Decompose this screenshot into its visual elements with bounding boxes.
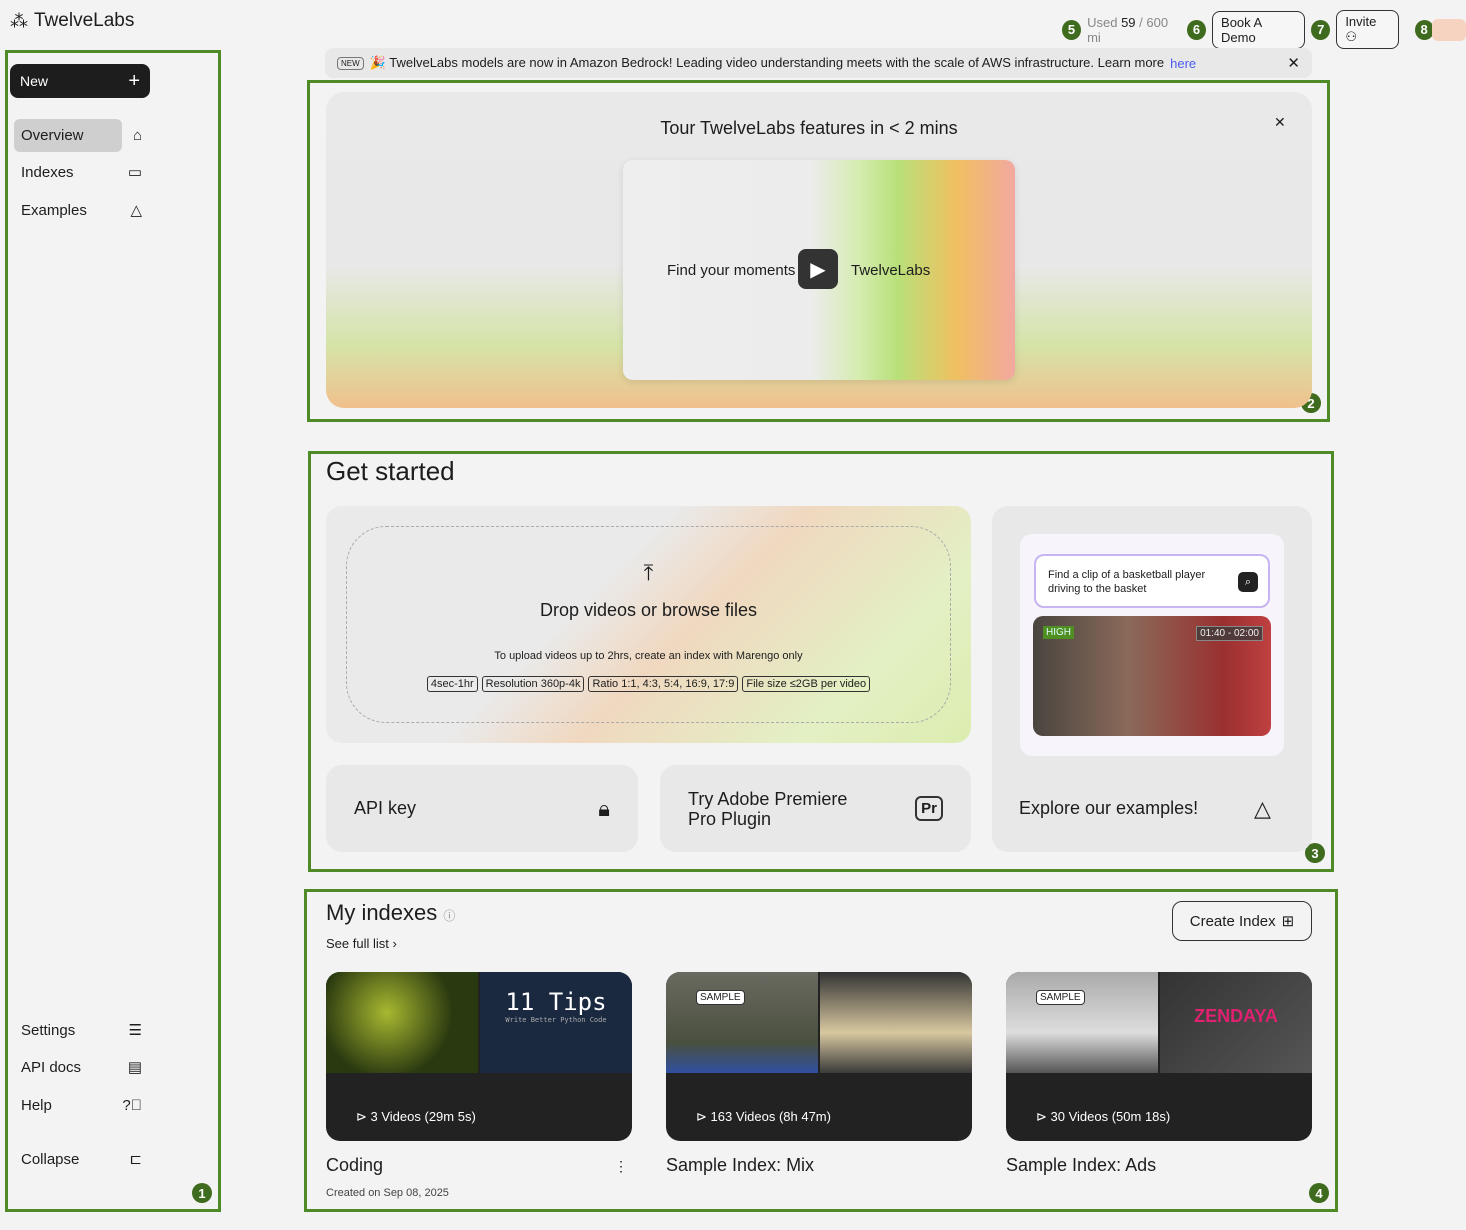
sidebar-item-examples[interactable]: Examples △ (14, 193, 150, 227)
plus-icon: + (128, 69, 140, 92)
premiere-plugin-card[interactable]: Try Adobe Premiere Pro Plugin Pr (660, 765, 971, 852)
brand-logo[interactable]: ⁂ TwelveLabs (10, 10, 134, 32)
example-query: Find a clip of a basketball player drivi… (1034, 554, 1270, 608)
banner-text: 🎉 TwelveLabs models are now in Amazon Be… (369, 55, 1165, 70)
create-index-button[interactable]: Create Index ⊞ (1172, 901, 1312, 941)
spec-tag: 4sec-1hr (426, 676, 478, 692)
sidebar-item-indexes[interactable]: Indexes ▭ (14, 155, 150, 189)
search-icon: ⌕ (1238, 572, 1258, 592)
index-name[interactable]: Coding (326, 1155, 383, 1176)
announcement-banner: NEW 🎉 TwelveLabs models are now in Amazo… (325, 48, 1312, 78)
home-icon: ⌂ (132, 126, 142, 144)
spec-tag: File size ≤2GB per video (742, 676, 871, 692)
example-thumbnail: HIGH 01:40 - 02:00 (1033, 616, 1271, 736)
upload-icon: ⤒ (643, 560, 654, 585)
video-brand: TwelveLabs (851, 262, 931, 279)
annotation-badge: 8 (1414, 19, 1434, 40)
drop-note: To upload videos up to 2hrs, create an i… (494, 650, 803, 662)
add-user-icon: ⚇ (1345, 29, 1357, 44)
examples-card[interactable]: Find a clip of a basketball player drivi… (992, 506, 1312, 852)
new-tag: NEW (337, 56, 364, 70)
avatar[interactable] (1431, 18, 1466, 41)
learn-more-link[interactable]: here (1170, 56, 1196, 71)
index-name[interactable]: Sample Index: Mix (666, 1155, 814, 1176)
sample-badge: SAMPLE (1036, 990, 1085, 1005)
usage-text: Used 59 / 600 mi (1087, 14, 1169, 45)
created-date: Created on Sep 08, 2025 (326, 1187, 449, 1199)
see-full-list-link[interactable]: See full list › (326, 936, 397, 951)
annotation-badge: 4 (1309, 1183, 1329, 1203)
annotation-badge: 7 (1311, 19, 1331, 40)
video-count: ⊳ 163 Videos (8h 47m) (696, 1109, 831, 1124)
video-count: ⊳ 3 Videos (29m 5s) (356, 1109, 476, 1124)
close-icon[interactable]: ✕ (1287, 54, 1300, 72)
relevance-badge: HIGH (1043, 626, 1074, 639)
sidebar-item-settings[interactable]: Settings ☰ (14, 1013, 150, 1047)
thumb-title: 11 Tips (505, 988, 607, 1016)
get-started-title: Get started (326, 456, 455, 486)
sidebar-item-api-docs[interactable]: API docs ▤ (14, 1050, 150, 1084)
new-button[interactable]: New + (10, 64, 150, 98)
collapse-button[interactable]: Collapse ⊏ (14, 1142, 150, 1176)
close-tour-icon[interactable]: ✕ (1274, 114, 1286, 131)
sample-badge: SAMPLE (696, 990, 745, 1005)
book-demo-button[interactable]: Book A Demo (1212, 10, 1306, 49)
api-key-card[interactable]: API key 🔒︎ (326, 765, 638, 852)
index-card-ads[interactable]: ZENDAYA SAMPLE ⊳ 30 Videos (50m 18s) (1006, 972, 1312, 1141)
collapse-icon: ⊏ (129, 1151, 142, 1168)
thumb-title: ZENDAYA (1160, 972, 1312, 1073)
annotation-badge: 5 (1062, 19, 1082, 40)
info-icon: ⓘ (443, 909, 456, 923)
play-icon[interactable]: ▶ (798, 249, 838, 289)
annotation-badge: 1 (192, 1183, 212, 1203)
premiere-icon: Pr (915, 796, 943, 821)
top-bar: 5 Used 59 / 600 mi 6 Book A Demo 7 Invit… (1062, 10, 1466, 49)
annotation-badge: 6 (1186, 19, 1207, 40)
index-card-mix[interactable]: SAMPLE ⊳ 163 Videos (8h 47m) (666, 972, 972, 1141)
tour-video[interactable]: Find your moments with TwelveLabs ▶ (623, 160, 1015, 380)
video-count: ⊳ 30 Videos (50m 18s) (1036, 1109, 1171, 1124)
spec-tag: Ratio 1:1, 4:3, 5:4, 16:9, 17:9 (588, 676, 739, 692)
examples-label: Explore our examples! (1019, 798, 1199, 818)
folder-icon: ▭ (127, 164, 142, 181)
lock-icon: 🔒︎ (598, 795, 610, 821)
time-range: 01:40 - 02:00 (1196, 626, 1263, 641)
invite-button[interactable]: Invite ⚇ (1336, 10, 1399, 49)
document-icon: ▤ (127, 1059, 142, 1076)
shapes-icon: △ (1254, 796, 1271, 821)
index-name[interactable]: Sample Index: Ads (1006, 1155, 1156, 1176)
more-options-icon[interactable]: ⋮ (614, 1158, 628, 1175)
logo-icon: ⁂ (10, 10, 28, 31)
sliders-icon: ☰ (128, 1022, 142, 1039)
thumb-subtitle: Write Better Python Code (505, 1016, 607, 1024)
drop-title: Drop videos or browse files (539, 600, 758, 620)
upload-dropzone[interactable]: ⤒ Drop videos or browse files To upload … (326, 506, 971, 743)
api-key-label: API key (354, 798, 417, 818)
tour-title: Tour TwelveLabs features in < 2 mins (660, 118, 958, 138)
sidebar-item-help[interactable]: Help ?⃝ (14, 1088, 150, 1122)
help-icon: ?⃝ (122, 1096, 142, 1114)
indexes-title: My indexes ⓘ (326, 900, 456, 925)
sidebar-item-overview[interactable]: Overview ⌂ (14, 118, 150, 152)
spec-tag: Resolution 360p-4k (481, 676, 585, 692)
shapes-icon: △ (130, 202, 142, 219)
index-card-coding[interactable]: 11 Tips Write Better Python Code ⊳ 3 Vide… (326, 972, 632, 1141)
premiere-label: Try Adobe Premiere Pro Plugin (688, 788, 848, 829)
folder-plus-icon: ⊞ (1281, 913, 1295, 930)
